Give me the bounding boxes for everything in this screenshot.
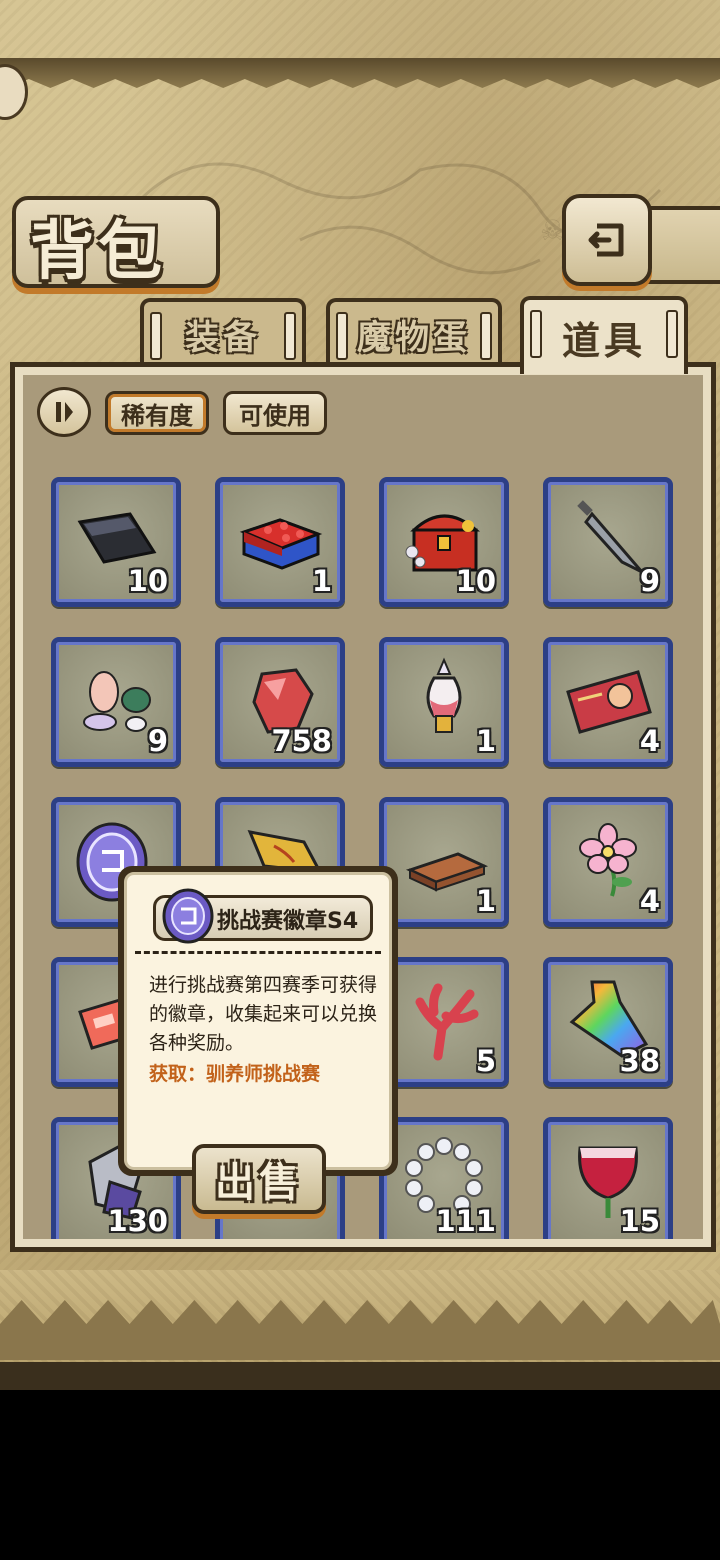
item-slot-red-coral[interactable]: 5 (379, 957, 509, 1087)
item-count: 758 (271, 724, 332, 758)
item-count: 9 (147, 724, 168, 758)
item-slot-red-brick[interactable]: 1 (215, 477, 345, 607)
tab-monster-eggs[interactable]: 魔物蛋 (326, 298, 502, 366)
item-count: 5 (475, 1044, 496, 1078)
top-border (0, 58, 720, 88)
sell-button[interactable]: 出售 (192, 1144, 326, 1214)
item-count: 1 (475, 884, 496, 918)
item-slot-wine-glass[interactable]: 15 (543, 1117, 673, 1247)
back-arrow-icon (588, 223, 624, 257)
back-button[interactable] (562, 194, 652, 286)
item-slot-wood-plank[interactable]: 1 (379, 797, 509, 927)
item-slot-rainbow-dress[interactable]: 38 (543, 957, 673, 1087)
rarity-filter-button[interactable]: 稀有度 (105, 391, 209, 435)
item-slot-dagger[interactable]: 9 (543, 477, 673, 607)
tab-equipment-label: 装备 (185, 317, 261, 358)
item-slot-pink-flower[interactable]: 4 (543, 797, 673, 927)
item-slot-treasure-chest[interactable]: 10 (379, 477, 509, 607)
tab-items-label: 道具 (561, 318, 646, 363)
item-slot-perfume-bottle[interactable]: 1 (379, 637, 509, 767)
item-count: 1 (475, 724, 496, 758)
item-count: 111 (435, 1204, 496, 1238)
item-count: 38 (619, 1044, 660, 1078)
challenge-badge-icon (162, 888, 214, 944)
item-slot-black-bar[interactable]: 10 (51, 477, 181, 607)
item-slot-pearl-necklace[interactable]: 111 (379, 1117, 509, 1247)
item-count: 10 (455, 564, 496, 598)
item-slot-red-gem[interactable]: 758 (215, 637, 345, 767)
item-tooltip-description: 进行挑战赛第四赛季可获得的徽章，收集起来可以兑换各种奖励。 (149, 974, 378, 1054)
item-count: 1 (311, 564, 332, 598)
item-count: 10 (127, 564, 168, 598)
item-count: 130 (107, 1204, 168, 1238)
item-tooltip-name: 挑战赛徽章S4 (217, 909, 359, 934)
sell-button-label: 出售 (215, 1160, 303, 1206)
item-tooltip: 挑战赛徽章S4 进行挑战赛第四赛季可获得的徽章，收集起来可以兑换各种奖励。 获取… (118, 866, 398, 1176)
item-count: 4 (639, 724, 660, 758)
page-title: 背包 (30, 215, 166, 289)
item-slot-red-ticket[interactable]: 4 (543, 637, 673, 767)
tab-items[interactable]: 道具 (520, 296, 688, 374)
item-count: 15 (619, 1204, 660, 1238)
sort-icon (56, 402, 73, 422)
divider (135, 951, 381, 954)
sort-toggle-button[interactable] (37, 387, 91, 437)
item-tooltip-body: 挑战赛徽章S4 进行挑战赛第四赛季可获得的徽章，收集起来可以兑换各种奖励。 获取… (124, 872, 392, 1170)
item-tooltip-source: 获取：驯养师挑战赛 (149, 1063, 321, 1085)
inventory-screen: ☠ 背包 装备 魔物蛋 道具 稀有度 可使用 10 1 10 9 9 758 1… (0, 0, 720, 1390)
bottom-border (0, 1270, 720, 1390)
item-count: 4 (639, 884, 660, 918)
tab-equipment[interactable]: 装备 (140, 298, 306, 366)
tab-monster-eggs-label: 魔物蛋 (357, 317, 471, 358)
usable-filter-button[interactable]: 可使用 (223, 391, 327, 435)
item-slot-shells[interactable]: 9 (51, 637, 181, 767)
item-count: 9 (639, 564, 660, 598)
